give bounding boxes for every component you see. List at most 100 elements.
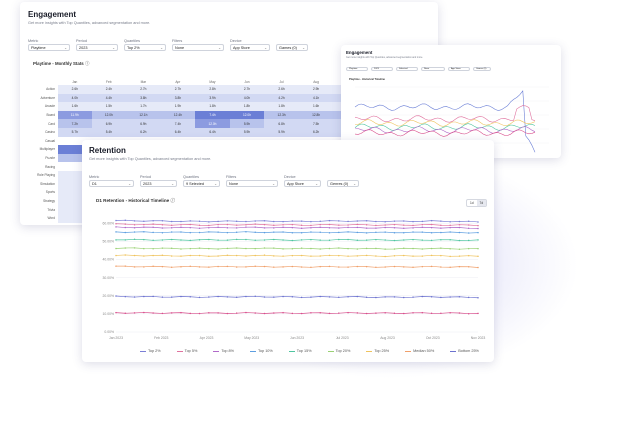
data-point [467,296,470,299]
data-point [180,239,182,241]
data-point [356,226,359,229]
data-point [189,220,192,222]
data-point [328,219,331,222]
data-point [393,312,396,315]
toggle-7d[interactable]: 7d [476,200,487,206]
data-point [384,226,386,229]
engagement-filter-select[interactable]: 2023 ⌄ [76,44,118,51]
data-point [245,255,247,257]
data-point [245,311,247,314]
y-tick-label: 30.00% [103,276,115,280]
legend-item[interactable]: Bottom 25% [450,349,479,353]
data-point [421,265,424,268]
data-point [226,296,229,298]
stat-cell: 12.4h [160,110,196,120]
data-point [375,238,377,241]
data-point [263,227,266,229]
data-point [449,248,451,250]
data-point [477,312,479,315]
data-point [152,239,154,242]
toggle-1d[interactable]: 1d [467,200,477,206]
data-point [208,255,210,257]
data-point [310,226,312,229]
stat-cell: 1.8h [264,102,299,111]
legend-item[interactable]: Top 2% [140,349,161,353]
y-tick-label: 40.00% [103,258,115,262]
popup-filter-select[interactable]: App Store [448,67,470,71]
legend-item[interactable]: Median 50% [405,349,434,353]
data-point [208,226,210,229]
popup-filter-select[interactable]: Games (0) [473,67,491,71]
data-point [161,239,164,241]
legend-item[interactable]: Top 25% [366,349,389,353]
engagement-title: Engagement [28,10,77,19]
data-point [143,226,145,228]
popup-filter-select[interactable]: None [421,67,445,71]
engagement-filter-select[interactable]: None ⌄ [172,44,224,51]
retention-subtitle: Get more insights with Top Quantiles, ad… [89,157,212,161]
data-point [273,231,275,233]
chevron-down-icon: ⌄ [128,181,131,186]
data-point [198,312,201,315]
retention-filter-select[interactable]: None ⌄ [226,180,278,187]
stat-cell: 2.6h [58,85,92,94]
info-icon: ⓘ [84,61,90,66]
legend-item[interactable]: Top 5% [176,349,197,353]
data-point [208,296,210,298]
data-point [226,231,229,234]
legend-swatch [405,350,412,352]
legend-item[interactable]: Top 20% [327,349,350,353]
x-tick-label: Jun 2023 [290,336,304,340]
stat-cell: 4.2h [264,93,299,103]
y-tick-label: 20.00% [103,294,115,298]
month-header: Feb [106,79,112,84]
retention-filter-select[interactable]: 2023 ⌄ [140,180,177,187]
data-point [124,295,127,298]
data-point [319,265,321,268]
stat-cell: 2.9h [298,85,334,94]
data-point [477,224,479,227]
data-point [115,231,117,233]
data-point [161,296,164,298]
retention-filter-select[interactable]: Genres (0) ⌄ [327,180,359,187]
data-point [300,224,303,226]
popup-filter-select[interactable]: 2023 [371,67,393,71]
stat-cell: 5.4h [91,127,127,137]
legend-item[interactable]: Top 8% [213,349,234,353]
data-point [393,239,396,242]
data-point [300,232,303,234]
stat-cell: 5.9h [229,119,265,128]
retention-filter-select[interactable]: App Store ⌄ [284,180,321,187]
engagement-filter-select[interactable]: Games (0) ⌄ [276,44,308,51]
data-point [115,219,117,222]
stat-cell: 2.4h [91,85,127,94]
engagement-filter-5: Games (0) ⌄ [276,39,308,51]
data-point [412,224,414,227]
retention-filter-select[interactable]: 9 Selected ⌄ [183,180,220,187]
retention-filter-select[interactable]: D1 ⌄ [89,180,134,187]
data-point [310,266,312,269]
data-point [338,254,340,257]
retention-filter-value: App Store [287,181,304,186]
popup-filter-select[interactable]: Selected [396,67,418,71]
data-point [328,239,331,241]
data-point [245,226,247,228]
data-point [430,265,433,268]
legend-label: Top 2% [148,349,161,353]
data-point [115,247,117,250]
engagement-filter-select[interactable]: App Store ⌄ [230,44,270,51]
legend-item[interactable]: Top 10% [250,349,273,353]
data-point [282,224,284,226]
data-point [467,266,470,268]
popup-filter-select[interactable]: Playtime [346,67,368,71]
retention-filter-value: None [229,181,239,186]
data-point [263,231,266,234]
stat-cell: 4.4h [91,93,127,103]
legend-item[interactable]: Top 15% [288,349,312,353]
data-point [124,312,127,315]
data-point [347,226,349,229]
engagement-filter-select[interactable]: Top 2% ⌄ [124,44,166,51]
engagement-filter-select[interactable]: Playtime ⌄ [28,44,70,51]
data-point [319,255,321,257]
data-point [477,239,479,241]
